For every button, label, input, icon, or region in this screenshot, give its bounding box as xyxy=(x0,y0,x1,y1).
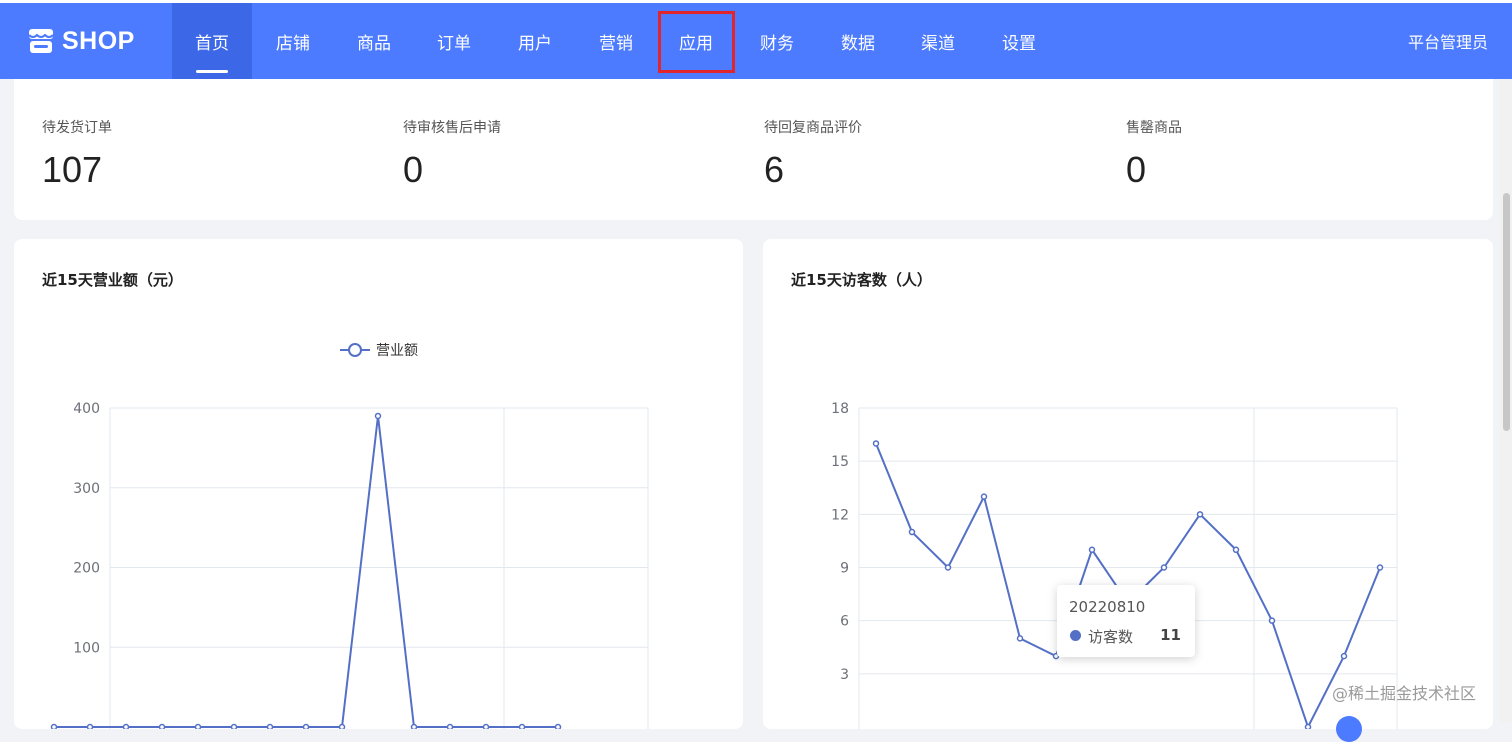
data-point xyxy=(266,723,274,729)
revenue-chart: 100 200 300 400 营业额 xyxy=(50,343,649,729)
data-point xyxy=(50,723,58,729)
nav-label: 数据 xyxy=(841,33,875,54)
data-point xyxy=(1088,546,1096,554)
y-tick-label: 6 xyxy=(840,614,849,630)
data-point xyxy=(908,528,916,536)
tooltip-value: 11 xyxy=(1160,626,1181,644)
nav-item-channels[interactable]: 渠道 xyxy=(898,3,978,79)
y-tick-label: 100 xyxy=(73,640,100,656)
data-point xyxy=(194,723,202,729)
scrollbar-thumb[interactable] xyxy=(1503,193,1510,431)
y-tick-label: 400 xyxy=(73,401,100,417)
stat-pending-shipment[interactable]: 待发货订单 107 xyxy=(42,117,112,191)
stat-label: 待审核售后申请 xyxy=(403,120,501,136)
y-tick-label: 12 xyxy=(831,507,849,523)
stat-value: 107 xyxy=(42,149,103,190)
y-tick-label: 9 xyxy=(840,561,849,577)
nav-item-finance[interactable]: 财务 xyxy=(737,3,817,79)
series-line xyxy=(54,415,558,728)
data-point xyxy=(1160,564,1168,571)
stat-sold-out[interactable]: 售罄商品 0 xyxy=(1126,117,1182,191)
y-tick-label: 200 xyxy=(73,561,100,577)
nav-item-data[interactable]: 数据 xyxy=(818,3,898,79)
stat-pending-aftersale[interactable]: 待审核售后申请 0 xyxy=(403,117,501,191)
stat-value: 0 xyxy=(1126,149,1147,190)
data-point xyxy=(980,493,988,500)
data-point xyxy=(554,723,562,729)
data-point xyxy=(338,723,346,729)
nav-label: 店铺 xyxy=(276,33,310,54)
data-point xyxy=(230,723,238,729)
logo-text: SHOP xyxy=(62,26,135,55)
nav-label: 渠道 xyxy=(921,33,955,54)
nav-item-apps[interactable]: 应用 xyxy=(656,3,736,79)
floating-action-button[interactable] xyxy=(1336,716,1362,742)
data-point xyxy=(302,723,310,729)
nav-item-marketing[interactable]: 营销 xyxy=(576,3,656,79)
data-point xyxy=(446,723,454,729)
data-point xyxy=(482,723,490,729)
data-point xyxy=(1376,564,1384,571)
nav-item-store[interactable]: 店铺 xyxy=(253,3,333,79)
data-point xyxy=(122,723,130,729)
stat-label: 待回复商品评价 xyxy=(764,120,862,136)
legend-marker xyxy=(348,343,362,357)
y-tick-label: 3 xyxy=(840,667,849,683)
nav-label: 应用 xyxy=(679,33,713,54)
data-point xyxy=(1016,635,1024,642)
watermark: @稀土掘金技术社区 xyxy=(1332,684,1477,703)
logo[interactable]: SHOP xyxy=(28,3,135,79)
nav-item-users[interactable]: 用户 xyxy=(495,3,575,79)
data-point xyxy=(1232,546,1240,554)
y-tick-label: 15 xyxy=(831,454,849,470)
stat-value: 0 xyxy=(403,149,424,190)
user-menu[interactable]: 平台管理员 xyxy=(1408,3,1488,79)
series-dot-icon xyxy=(1070,630,1081,641)
shop-icon xyxy=(28,29,54,53)
data-point xyxy=(1340,652,1348,660)
nav-label: 用户 xyxy=(518,33,552,54)
stat-value: 6 xyxy=(764,149,785,190)
nav-label: 营销 xyxy=(599,33,633,54)
y-tick-label: 18 xyxy=(831,401,849,417)
data-point xyxy=(1304,723,1312,729)
y-tick-label: 300 xyxy=(73,481,100,497)
nav-item-products[interactable]: 商品 xyxy=(334,3,414,79)
stat-label: 待发货订单 xyxy=(42,120,112,136)
data-point xyxy=(944,564,952,571)
nav-item-home[interactable]: 首页 xyxy=(172,3,252,79)
data-point xyxy=(158,723,166,729)
data-point xyxy=(86,723,94,729)
revenue-chart-card: 近15天营业额（元） 100 200 300 400 营业额 xyxy=(14,239,743,729)
tooltip-series: 访客数 xyxy=(1088,628,1134,646)
data-point xyxy=(872,440,880,447)
data-point xyxy=(518,723,526,729)
nav-label: 设置 xyxy=(1002,33,1036,54)
nav-label: 商品 xyxy=(357,33,391,54)
stat-pending-reviews[interactable]: 待回复商品评价 6 xyxy=(764,117,862,191)
stats-card: 待发货订单 107 待审核售后申请 0 待回复商品评价 6 售罄商品 0 xyxy=(14,79,1493,220)
nav-label: 首页 xyxy=(195,33,229,54)
data-point xyxy=(1196,511,1204,518)
data-point xyxy=(410,723,418,729)
top-navbar: SHOP 首页 店铺 商品 订单 用户 营销 应用 财务 数据 渠道 设置 平台… xyxy=(0,3,1512,79)
legend-label: 营业额 xyxy=(376,343,418,359)
stat-label: 售罄商品 xyxy=(1126,120,1182,136)
nav-label: 财务 xyxy=(760,33,794,54)
nav-label: 订单 xyxy=(437,33,471,54)
chart-tooltip: 20220810 访客数 11 xyxy=(1057,585,1195,657)
data-point xyxy=(1268,617,1276,624)
tooltip-date: 20220810 xyxy=(1069,598,1146,616)
nav-item-orders[interactable]: 订单 xyxy=(414,3,494,79)
nav-item-settings[interactable]: 设置 xyxy=(979,3,1059,79)
data-point xyxy=(374,412,382,420)
